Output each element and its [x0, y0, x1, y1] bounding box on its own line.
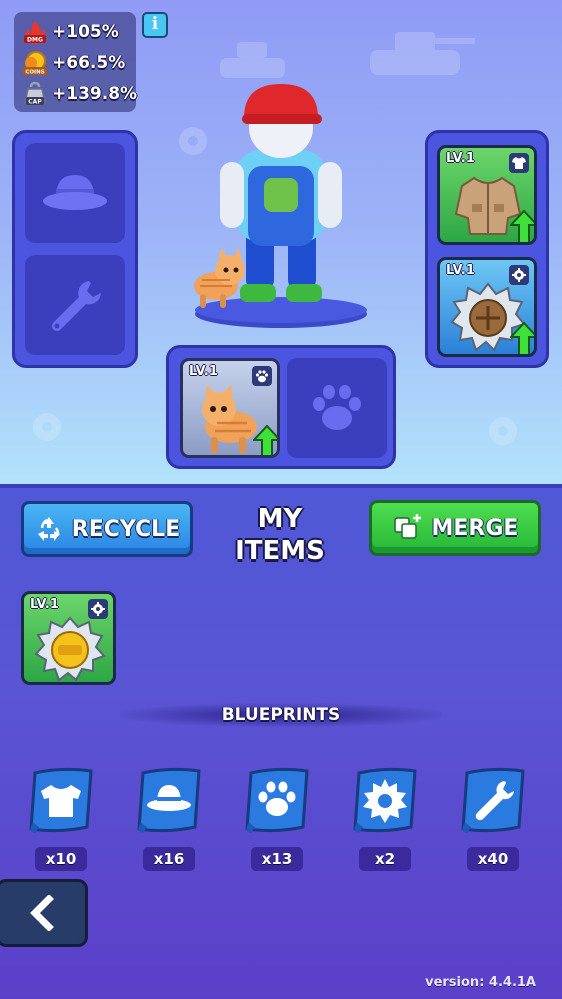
- pet-cat: [194, 248, 245, 308]
- merge-button-label: MERGE: [431, 515, 519, 541]
- stat-row-coins: COINS +66.5%: [22, 47, 128, 78]
- wrench-icon: [461, 767, 525, 833]
- blueprint-count: x40: [467, 847, 519, 871]
- bonus-stats-panel: DMG +105% COINS +66.5% CAP +139.8%: [14, 12, 137, 112]
- stat-row-damage: DMG +105%: [22, 16, 128, 47]
- gear-decoration-icon: [489, 417, 517, 445]
- tool-slot[interactable]: [25, 255, 125, 355]
- blueprint-hat[interactable]: x16: [129, 765, 209, 875]
- recycle-button[interactable]: RECYCLE: [21, 501, 193, 557]
- upgrade-arrow-icon: [253, 425, 277, 455]
- capacity-bonus-value: +139.8%: [52, 83, 138, 104]
- coins-icon: COINS: [22, 50, 48, 76]
- upgrade-arrow-icon: [510, 210, 534, 242]
- hat-icon: [43, 175, 107, 210]
- svg-text:CAP: CAP: [28, 98, 42, 105]
- damage-bonus-value: +105%: [52, 21, 119, 42]
- item-level: LV.1: [446, 263, 475, 278]
- paw-icon: [245, 767, 309, 833]
- blueprint-wrench[interactable]: x40: [453, 765, 533, 875]
- equipped-gear-card[interactable]: LV.1: [437, 257, 537, 357]
- blueprint-shirt[interactable]: x10: [21, 765, 101, 875]
- pet-slot[interactable]: [287, 358, 387, 458]
- blueprints-title: BLUEPRINTS: [221, 705, 341, 725]
- item-level: LV.1: [189, 364, 218, 379]
- blueprint-count: x13: [251, 847, 303, 871]
- hat-icon: [137, 767, 201, 833]
- chevron-left-icon: [30, 895, 54, 931]
- right-equipment-frame: LV.1 LV.1: [425, 130, 549, 368]
- item-level: LV.1: [446, 151, 475, 166]
- blueprint-count: x2: [359, 847, 411, 871]
- wrench-icon: [52, 281, 101, 331]
- blueprint-count: x16: [143, 847, 195, 871]
- coins-bonus-value: +66.5%: [52, 52, 126, 73]
- damage-icon: DMG: [22, 19, 48, 45]
- shirt-icon: [509, 153, 529, 173]
- equipped-pet-card[interactable]: LV.1: [180, 358, 280, 458]
- version-label: version: 4.4.1A: [425, 975, 536, 990]
- gold-saw-blade-image: [34, 616, 106, 682]
- tank-decoration-icon: [370, 32, 475, 75]
- blueprint-count: x10: [35, 847, 87, 871]
- equipped-outfit-card[interactable]: LV.1: [437, 145, 537, 245]
- left-equipment-frame: [12, 130, 138, 368]
- item-level: LV.1: [30, 597, 59, 612]
- recycle-button-label: RECYCLE: [71, 516, 181, 542]
- paw-icon: [313, 385, 361, 430]
- capacity-icon: CAP: [22, 81, 48, 107]
- gear-decoration-icon: [33, 413, 61, 441]
- hat-slot[interactable]: [25, 143, 125, 243]
- upgrade-arrow-icon: [510, 322, 534, 354]
- blueprints-header: BLUEPRINTS: [120, 703, 442, 727]
- merge-button[interactable]: MERGE: [369, 500, 541, 556]
- back-button[interactable]: [0, 879, 88, 947]
- merge-icon: [393, 514, 421, 539]
- pet-equipment-frame: LV.1: [166, 345, 396, 469]
- stat-row-capacity: CAP +139.8%: [22, 78, 137, 109]
- blueprint-gear[interactable]: x2: [345, 765, 425, 875]
- recycle-icon: [37, 517, 60, 541]
- svg-text:DMG: DMG: [27, 36, 43, 43]
- inventory-item-card[interactable]: LV.1: [21, 591, 116, 685]
- info-button[interactable]: i: [142, 12, 168, 38]
- svg-text:COINS: COINS: [25, 69, 44, 75]
- gear-icon: [353, 767, 417, 833]
- blueprint-paw[interactable]: x13: [237, 765, 317, 875]
- my-items-title: MY ITEMS: [235, 504, 325, 566]
- shirt-icon: [29, 767, 93, 833]
